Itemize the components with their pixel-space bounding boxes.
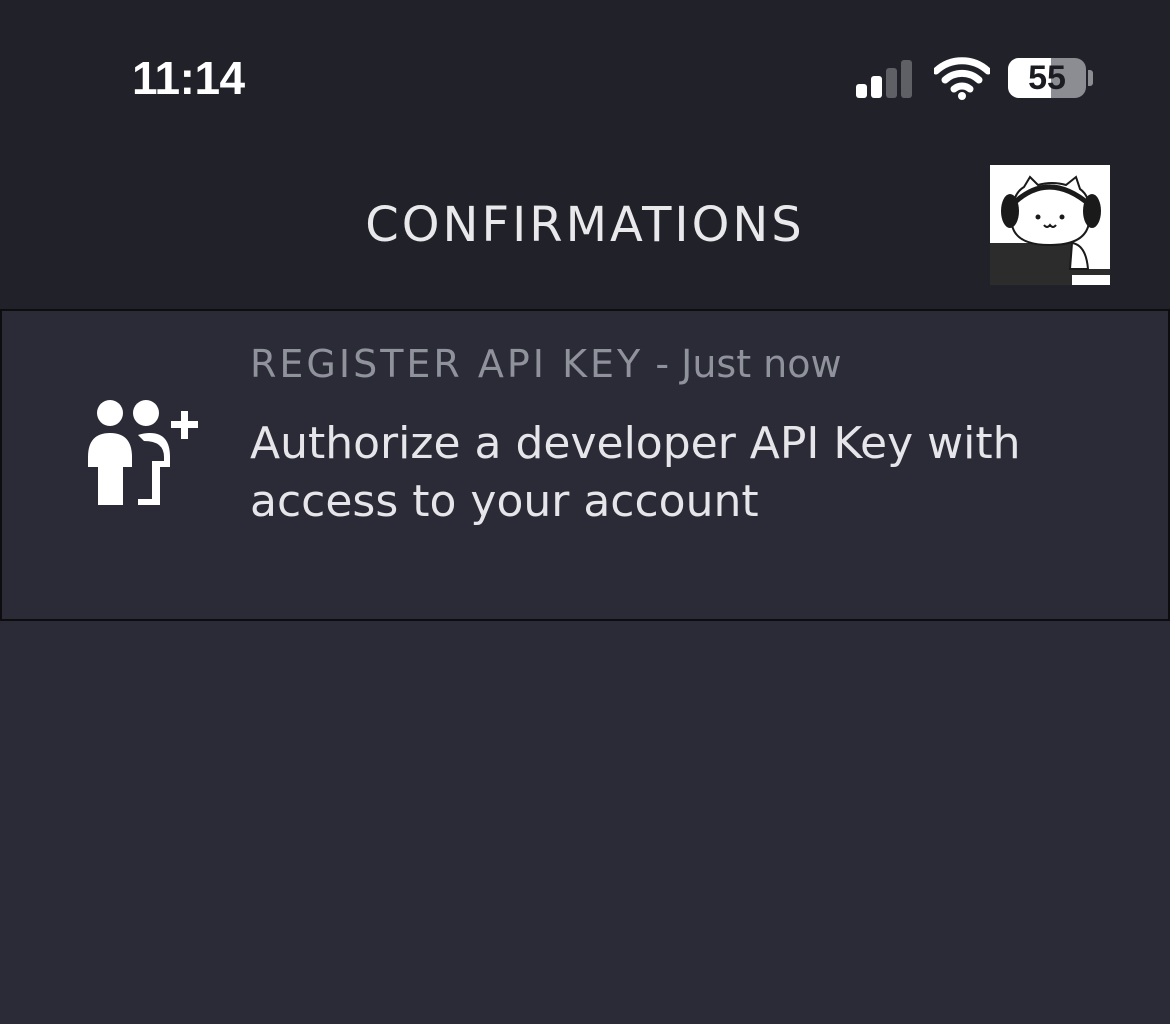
wifi-icon [934, 57, 990, 100]
status-time: 11:14 [132, 52, 245, 104]
meta-separator: - [643, 342, 682, 386]
cat-avatar-icon [990, 165, 1110, 285]
confirmation-time: Just now [681, 342, 842, 386]
signal-bar [856, 84, 867, 98]
confirmation-type: REGISTER API KEY [250, 342, 644, 386]
signal-bar [886, 68, 897, 98]
confirmation-item[interactable]: REGISTER API KEY - Just now Authorize a … [0, 309, 1170, 621]
user-avatar[interactable] [990, 165, 1110, 285]
add-users-icon [88, 400, 198, 505]
signal-bar [871, 76, 882, 98]
battery-nub [1088, 70, 1093, 86]
cellular-signal-icon [856, 58, 916, 98]
signal-bar [901, 60, 912, 98]
battery-icon: 55 [1008, 58, 1086, 98]
battery-percent: 55 [1028, 59, 1066, 97]
confirmation-meta: REGISTER API KEY - Just now [250, 341, 842, 387]
app-header: 11:14 55 CONFIRMATIONS [0, 0, 1170, 309]
confirmation-description: Authorize a developer API Key with acces… [250, 418, 1021, 527]
